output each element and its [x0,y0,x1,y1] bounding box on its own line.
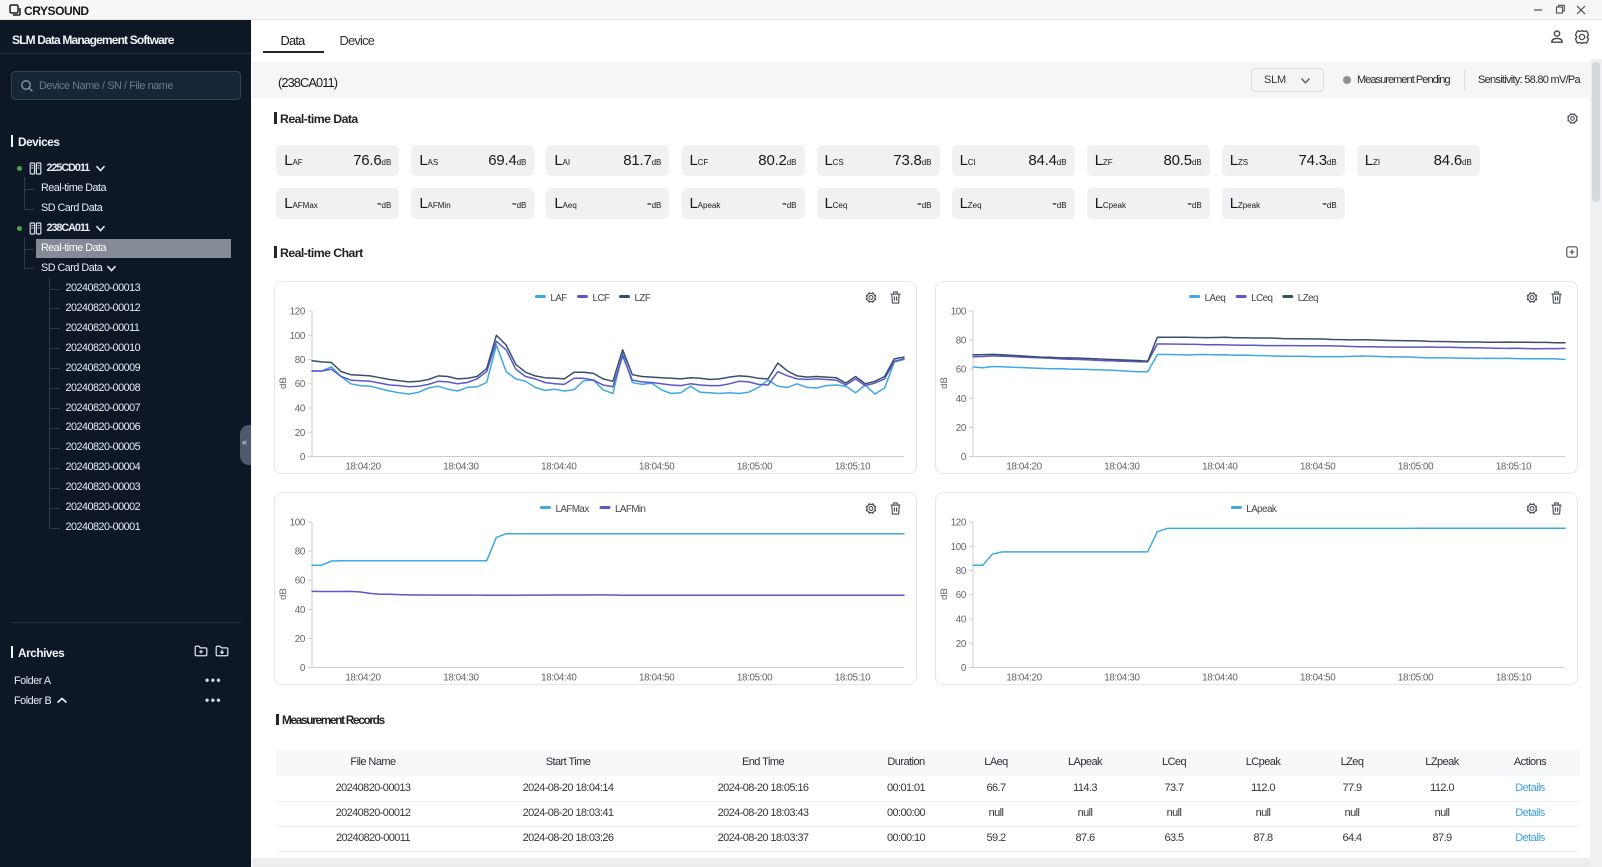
svg-text:120: 120 [951,518,967,529]
svg-text:18:04:30: 18:04:30 [1104,462,1140,473]
svg-text:100: 100 [290,518,306,529]
svg-text:0: 0 [300,663,306,674]
svg-text:18:04:50: 18:04:50 [1300,673,1336,684]
svg-text:40: 40 [956,394,967,405]
svg-text:100: 100 [290,331,306,342]
svg-text:40: 40 [956,615,967,626]
svg-text:18:04:50: 18:04:50 [639,462,675,473]
svg-text:20: 20 [295,634,306,645]
svg-text:18:04:50: 18:04:50 [1300,462,1336,473]
svg-text:18:04:20: 18:04:20 [345,673,381,684]
svg-text:100: 100 [951,307,967,318]
svg-text:0: 0 [961,663,967,674]
svg-text:18:04:30: 18:04:30 [1104,673,1140,684]
svg-text:18:04:40: 18:04:40 [541,462,577,473]
svg-text:20: 20 [295,428,306,439]
svg-text:80: 80 [295,547,306,558]
svg-text:0: 0 [961,452,967,463]
svg-text:dB: dB [278,588,289,600]
svg-text:LZF: LZF [635,293,651,304]
svg-text:60: 60 [295,379,306,390]
svg-text:LApeak: LApeak [1246,504,1277,515]
svg-text:dB: dB [278,377,289,389]
svg-text:dB: dB [939,377,950,389]
svg-text:20: 20 [956,639,967,650]
svg-text:18:04:30: 18:04:30 [443,673,479,684]
svg-text:18:05:10: 18:05:10 [835,462,871,473]
svg-text:80: 80 [295,355,306,366]
svg-text:LZeq: LZeq [1298,293,1318,304]
svg-text:LAeq: LAeq [1205,293,1226,304]
svg-text:60: 60 [956,365,967,376]
svg-text:18:05:00: 18:05:00 [737,673,773,684]
svg-text:60: 60 [295,576,306,587]
svg-text:80: 80 [956,336,967,347]
svg-text:LAFMax: LAFMax [556,504,590,515]
svg-text:18:05:00: 18:05:00 [1398,673,1434,684]
svg-text:18:05:00: 18:05:00 [737,462,773,473]
svg-text:18:04:40: 18:04:40 [1202,673,1238,684]
svg-text:80: 80 [956,566,967,577]
svg-text:18:05:10: 18:05:10 [1496,462,1532,473]
svg-text:18:05:00: 18:05:00 [1398,462,1434,473]
svg-text:18:04:20: 18:04:20 [1006,462,1042,473]
svg-text:18:04:50: 18:04:50 [639,673,675,684]
svg-text:18:04:20: 18:04:20 [1006,673,1042,684]
svg-text:18:05:10: 18:05:10 [1496,673,1532,684]
svg-text:18:04:30: 18:04:30 [443,462,479,473]
svg-text:100: 100 [951,542,967,553]
svg-text:dB: dB [939,588,950,600]
svg-text:LCeq: LCeq [1251,293,1272,304]
svg-text:LAF: LAF [550,293,567,304]
svg-text:0: 0 [300,452,306,463]
svg-text:20: 20 [956,423,967,434]
svg-text:18:04:20: 18:04:20 [345,462,381,473]
svg-text:LCF: LCF [593,293,610,304]
svg-text:LAFMin: LAFMin [615,504,646,515]
svg-text:60: 60 [956,590,967,601]
svg-text:120: 120 [290,307,306,318]
svg-text:18:04:40: 18:04:40 [541,673,577,684]
svg-text:18:05:10: 18:05:10 [835,673,871,684]
svg-text:40: 40 [295,404,306,415]
svg-text:18:04:40: 18:04:40 [1202,462,1238,473]
svg-text:40: 40 [295,605,306,616]
